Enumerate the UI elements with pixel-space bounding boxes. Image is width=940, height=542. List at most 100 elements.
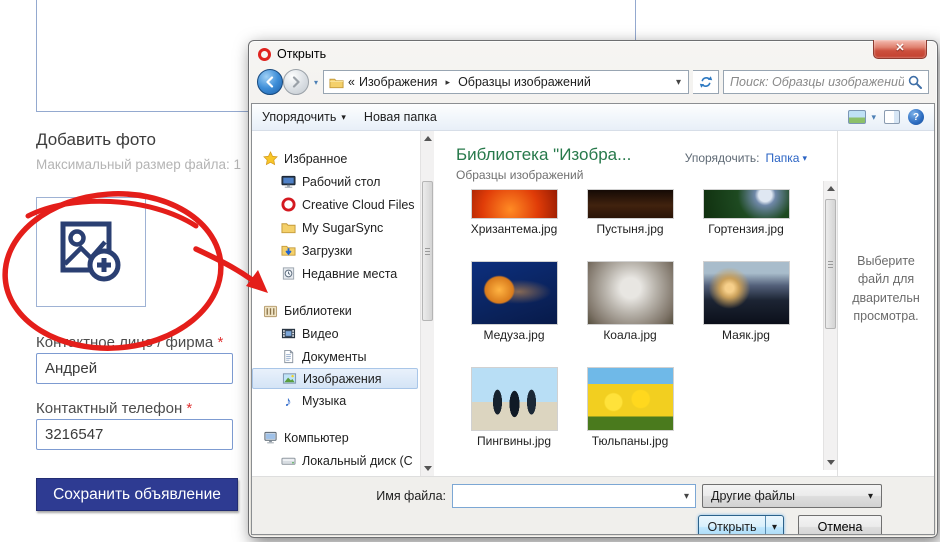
filename-input[interactable]	[457, 489, 682, 503]
recent-locations-dropdown[interactable]: ▾	[313, 78, 319, 87]
sidebar-item-desktop[interactable]: Рабочий стол	[252, 170, 420, 193]
folder-icon	[280, 220, 296, 236]
arrange-label: Упорядочить:	[685, 151, 760, 165]
filename-combobox[interactable]: ▾	[452, 484, 696, 508]
crumb-prefix[interactable]: «	[348, 75, 355, 89]
search-input[interactable]	[730, 75, 904, 89]
sidebar-item-video[interactable]: Видео	[252, 322, 420, 345]
file-name: Пустыня.jpg	[572, 222, 688, 236]
contact-input[interactable]	[36, 353, 233, 384]
pictures-icon	[281, 371, 297, 387]
file-thumbnail	[472, 262, 557, 324]
search-icon[interactable]	[908, 75, 922, 89]
phone-input[interactable]	[36, 419, 233, 450]
organize-menu-button[interactable]: Упорядочить ▾	[262, 110, 346, 124]
file-item[interactable]: Пустыня.jpg	[572, 190, 688, 236]
file-name: Хризантема.jpg	[456, 222, 572, 236]
open-dropdown-icon[interactable]: ▾	[765, 516, 783, 535]
file-item[interactable]: Коала.jpg	[572, 262, 688, 342]
file-item[interactable]: Хризантема.jpg	[456, 190, 572, 236]
file-item[interactable]: Медуза.jpg	[456, 262, 572, 342]
sidebar-group-favorites[interactable]: Избранное	[252, 147, 420, 170]
organize-dropdown-icon: ▾	[341, 112, 346, 123]
sidebar-item-pictures[interactable]: Изображения	[252, 368, 418, 389]
back-button[interactable]	[257, 69, 283, 95]
filetype-select[interactable]: Другие файлы ▾	[702, 484, 882, 508]
contact-label-text: Контактное лицо / фирма	[36, 334, 213, 351]
new-folder-label: Новая папка	[364, 110, 437, 124]
scroll-up-icon[interactable]	[827, 186, 835, 191]
arrange-dropdown-icon: ▾	[802, 153, 807, 164]
open-file-dialog: Открыть ✕ ▾ « Изображения ▸ Образцы изоб…	[248, 40, 938, 538]
breadcrumb-item-sample-pictures[interactable]: Образцы изображений	[458, 75, 591, 89]
music-note-icon: ♪	[280, 393, 296, 409]
sidebar-scrollbar[interactable]	[420, 131, 434, 476]
breadcrumb[interactable]: « Изображения ▸ Образцы изображений ▾	[323, 70, 689, 94]
search-box[interactable]	[723, 70, 929, 94]
organize-label: Упорядочить	[262, 110, 336, 124]
scroll-up-icon[interactable]	[424, 136, 432, 141]
file-thumbnail	[588, 190, 673, 218]
required-asterisk: *	[186, 400, 192, 417]
sidebar-group-libraries[interactable]: Библиотеки	[252, 299, 420, 322]
scroll-down-icon[interactable]	[424, 466, 432, 471]
scroll-down-icon[interactable]	[827, 460, 835, 465]
dialog-body: Избранное Рабочий стол Creative Cloud Fi…	[252, 131, 934, 476]
filename-dropdown-icon[interactable]: ▾	[682, 491, 691, 502]
breadcrumb-separator-icon: ▸	[442, 77, 455, 88]
navigation-pane: Избранное Рабочий стол Creative Cloud Fi…	[252, 131, 420, 476]
add-image-icon	[57, 218, 125, 286]
views-icon	[848, 110, 866, 124]
address-bar-row: ▾ « Изображения ▸ Образцы изображений ▾	[251, 67, 935, 103]
new-folder-button[interactable]: Новая папка	[364, 110, 437, 124]
sidebar-item-label: Видео	[302, 327, 339, 341]
arrange-value-button[interactable]: Папка ▾	[765, 151, 807, 165]
open-button[interactable]: Открыть	[699, 516, 765, 535]
photo-upload-button[interactable]	[36, 197, 146, 307]
file-name: Тюльпаны.jpg	[572, 434, 688, 448]
refresh-button[interactable]	[693, 70, 719, 94]
address-dropdown-icon[interactable]: ▾	[674, 77, 683, 88]
document-icon	[280, 349, 296, 365]
save-ad-button[interactable]: Сохранить объявление	[36, 478, 238, 511]
sidebar-item-creative-cloud[interactable]: Creative Cloud Files	[252, 193, 420, 216]
sidebar-item-downloads[interactable]: Загрузки	[252, 239, 420, 262]
file-item[interactable]: Тюльпаны.jpg	[572, 368, 688, 448]
file-item[interactable]: Маяк.jpg	[688, 262, 804, 342]
sidebar-item-documents[interactable]: Документы	[252, 345, 420, 368]
sidebar-item-sugarsync[interactable]: My SugarSync	[252, 216, 420, 239]
scrollbar-grip	[828, 264, 833, 265]
close-button[interactable]: ✕	[873, 40, 927, 59]
scrollbar-thumb[interactable]	[422, 181, 433, 321]
contact-label: Контактное лицо / фирма *	[36, 334, 223, 351]
dialog-client-area: Упорядочить ▾ Новая папка ▾ ?	[251, 103, 935, 535]
help-button[interactable]: ?	[908, 109, 924, 125]
library-title: Библиотека "Изобра...	[456, 145, 631, 165]
file-item[interactable]: Гортензия.jpg	[688, 190, 804, 236]
sidebar-item-music[interactable]: ♪ Музыка	[252, 389, 420, 412]
command-toolbar: Упорядочить ▾ Новая папка ▾ ?	[252, 104, 934, 131]
sidebar-item-recent-places[interactable]: Недавние места	[252, 262, 420, 285]
sidebar-item-label: Документы	[302, 350, 366, 364]
sidebar-item-label: Недавние места	[302, 267, 397, 281]
sidebar-item-local-disk-c[interactable]: Локальный диск (C	[252, 449, 420, 472]
forward-arrow-icon	[290, 76, 302, 88]
sidebar-item-label: Изображения	[303, 372, 382, 386]
file-list-scrollbar[interactable]	[823, 181, 837, 470]
dialog-titlebar[interactable]: Открыть ✕	[251, 41, 935, 67]
forward-button[interactable]	[283, 69, 309, 95]
file-item[interactable]: Пингвины.jpg	[456, 368, 572, 448]
sidebar-group-computer[interactable]: Компьютер	[252, 426, 420, 449]
sidebar-item-label: Локальный диск (C	[302, 454, 413, 468]
file-name: Коала.jpg	[572, 328, 688, 342]
toolbar-right-icons: ▾ ?	[848, 109, 924, 125]
views-button[interactable]: ▾	[848, 110, 876, 124]
open-split-button[interactable]: Открыть ▾	[698, 515, 784, 535]
scrollbar-thumb[interactable]	[825, 199, 836, 329]
breadcrumb-item-pictures[interactable]: Изображения	[359, 75, 438, 89]
sidebar-item-label: Музыка	[302, 394, 346, 408]
file-thumbnail	[704, 262, 789, 324]
preview-pane-toggle[interactable]	[884, 110, 900, 124]
cancel-button[interactable]: Отмена	[798, 515, 882, 535]
arrange-by: Упорядочить: Папка ▾	[685, 145, 807, 165]
